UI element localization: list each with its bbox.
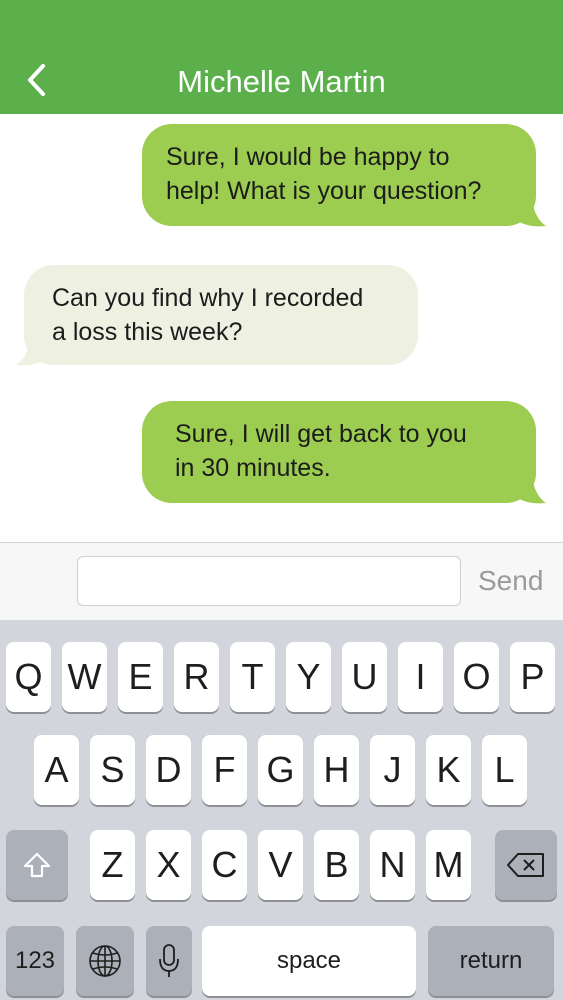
key-k[interactable]: K [426, 735, 471, 805]
outgoing-message-bubble: Sure, I will get back to you in 30 minut… [142, 401, 536, 503]
key-v[interactable]: V [258, 830, 303, 900]
message-thread: Sure, I would be happy to help! What is … [0, 114, 563, 542]
microphone-key[interactable] [146, 926, 192, 996]
backspace-icon [507, 853, 544, 877]
return-key[interactable]: return [428, 926, 554, 996]
key-d[interactable]: D [146, 735, 191, 805]
shift-icon [23, 852, 51, 878]
globe-icon [89, 945, 121, 977]
key-f[interactable]: F [202, 735, 247, 805]
bubble-tail [514, 475, 546, 504]
message-text: Can you find why I recorded a loss this … [52, 284, 364, 346]
shift-key[interactable] [6, 830, 68, 900]
key-y[interactable]: Y [286, 642, 331, 712]
key-g[interactable]: G [258, 735, 303, 805]
key-t[interactable]: T [230, 642, 275, 712]
microphone-icon [159, 944, 179, 977]
numbers-key[interactable]: 123 [6, 926, 64, 996]
key-q[interactable]: Q [6, 642, 51, 712]
key-h[interactable]: H [314, 735, 359, 805]
delete-key[interactable] [495, 830, 557, 900]
outgoing-message-bubble: Sure, I would be happy to help! What is … [142, 124, 536, 226]
composer-bar: Send [0, 542, 563, 620]
space-key[interactable]: space [202, 926, 416, 996]
message-text: Sure, I would be happy to help! What is … [166, 143, 482, 205]
key-z[interactable]: Z [90, 830, 135, 900]
key-c[interactable]: C [202, 830, 247, 900]
message-text: Sure, I will get back to you in 30 minut… [175, 420, 467, 482]
key-j[interactable]: J [370, 735, 415, 805]
header: Michelle Martin [0, 0, 563, 114]
key-l[interactable]: L [482, 735, 527, 805]
key-m[interactable]: M [426, 830, 471, 900]
key-u[interactable]: U [342, 642, 387, 712]
key-e[interactable]: E [118, 642, 163, 712]
key-s[interactable]: S [90, 735, 135, 805]
key-a[interactable]: A [34, 735, 79, 805]
keyboard: Q W E R T Y U I O P A S D F G H J K L Z … [0, 620, 563, 1000]
key-x[interactable]: X [146, 830, 191, 900]
key-p[interactable]: P [510, 642, 555, 712]
contact-name-title: Michelle Martin [177, 64, 386, 99]
key-b[interactable]: B [314, 830, 359, 900]
key-r[interactable]: R [174, 642, 219, 712]
key-w[interactable]: W [62, 642, 107, 712]
key-o[interactable]: O [454, 642, 499, 712]
key-n[interactable]: N [370, 830, 415, 900]
message-input[interactable] [77, 556, 461, 606]
key-i[interactable]: I [398, 642, 443, 712]
bubble-tail [514, 198, 546, 227]
globe-key[interactable] [76, 926, 134, 996]
incoming-message-bubble: Can you find why I recorded a loss this … [24, 265, 418, 365]
send-button[interactable]: Send [478, 563, 543, 599]
bubble-tail [16, 337, 48, 366]
